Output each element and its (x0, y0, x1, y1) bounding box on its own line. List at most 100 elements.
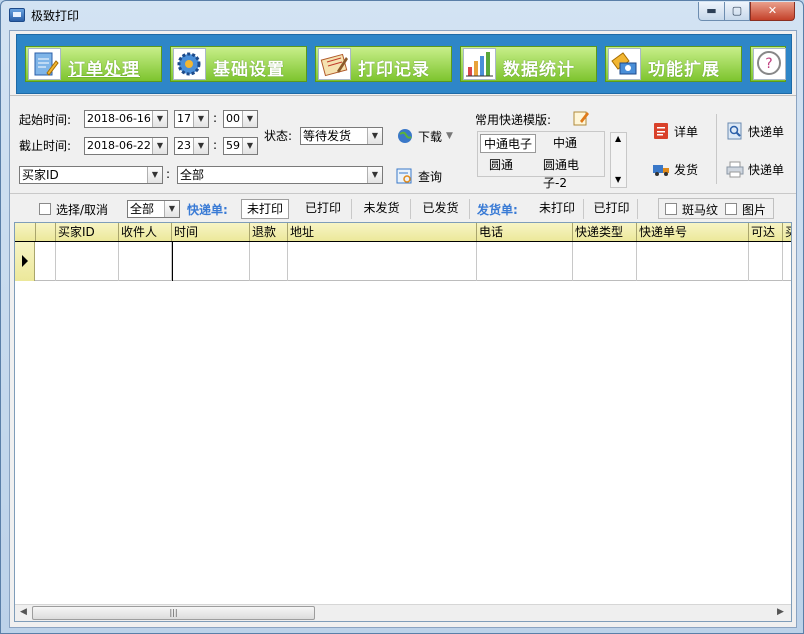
horizontal-scrollbar[interactable]: ◀ ||| ▶ (15, 604, 791, 621)
image-checkbox[interactable] (725, 203, 737, 215)
scroll-down-icon[interactable]: ▼ (615, 175, 621, 184)
truck-icon (652, 160, 670, 178)
zebra-label: 斑马纹 (682, 203, 719, 217)
start-minute-select[interactable]: 00 ▼ (223, 110, 258, 128)
download-button[interactable]: 下载 ▼ (396, 125, 453, 147)
chevron-down-icon: ▼ (193, 111, 208, 127)
nav-label: 打印记录 (358, 60, 430, 80)
app-icon (9, 8, 25, 22)
status-select[interactable]: 等待发货 ▼ (300, 127, 383, 145)
chevron-down-icon: ▼ (147, 167, 162, 183)
end-date-picker[interactable]: 2018-06-22 ▼ (84, 137, 168, 155)
nav-feature-extensions[interactable]: 功能扩展 (605, 46, 742, 82)
template-item[interactable]: 圆通电子-2 (540, 156, 604, 190)
scroll-thumb[interactable]: ||| (32, 606, 315, 620)
column-header[interactable]: 退款 (250, 223, 288, 241)
nav-data-statistics[interactable]: 数据统计 (460, 46, 597, 82)
header-indicator (15, 223, 36, 241)
detail-button[interactable]: 详单 (652, 120, 698, 142)
start-date-picker[interactable]: 2018-06-16 ▼ (84, 110, 168, 128)
end-time-label: 截止时间: (19, 139, 72, 153)
column-header[interactable]: 可达 (749, 223, 783, 241)
express-tab-unprinted[interactable]: 未打印 (241, 199, 289, 219)
express-group-label: 快递单: (187, 203, 228, 217)
ship-button[interactable]: 发货 (652, 158, 698, 180)
minimize-button[interactable]: ▬ (698, 2, 725, 21)
chevron-down-icon: ▼ (164, 201, 179, 217)
nav-label: 基础设置 (213, 60, 285, 80)
express-tab-unshipped[interactable]: 未发货 (353, 199, 411, 219)
column-header[interactable]: 时间 (172, 223, 250, 241)
app-window: 极致打印 ▬ ▢ ✕ 订单处理 基础设置 打印记录 数据统计 功能扩展 ? 起始… (0, 0, 804, 634)
chevron-down-icon: ▼ (367, 128, 382, 144)
edit-template-icon[interactable] (572, 109, 590, 127)
maximize-button[interactable]: ▢ (724, 2, 750, 21)
header-check[interactable] (36, 223, 56, 241)
express-tab-shipped[interactable]: 已发货 (412, 199, 470, 219)
query-button[interactable]: 查询 (396, 165, 442, 187)
query-panel: 起始时间: 2018-06-16 ▼ 17 ▼ : 00 ▼ 截止时间: 2018-0… (10, 95, 796, 193)
column-header[interactable]: 收件人 (119, 223, 172, 241)
column-header[interactable]: 买家ID (56, 223, 119, 241)
column-header[interactable]: 电话 (477, 223, 573, 241)
start-time-label: 起始时间: (19, 113, 72, 127)
template-label: 常用快递模版: (475, 113, 552, 127)
chevron-down-icon: ▼ (242, 138, 257, 154)
express-print-button[interactable]: 快递单 (726, 158, 784, 180)
row-indicator-icon (15, 242, 35, 281)
nav-print-records[interactable]: 打印记录 (315, 46, 452, 82)
ship-tab-printed[interactable]: 已打印 (586, 199, 638, 219)
filter-bar: 选择/取消 全部 ▼ 快递单: 未打印 已打印 未发货 已发货 发货单: 未打印 … (10, 193, 796, 221)
column-header[interactable]: 买 (783, 223, 791, 241)
express-tab-printed[interactable]: 已打印 (295, 199, 352, 219)
printer-icon (726, 160, 744, 178)
bar-chart-icon (463, 48, 496, 80)
end-hour-select[interactable]: 23 ▼ (174, 137, 209, 155)
gear-icon (173, 48, 206, 80)
ship-tab-unprinted[interactable]: 未打印 (531, 199, 584, 219)
template-scrollbar[interactable]: ▲ ▼ (610, 132, 627, 188)
status-label: 状态: (264, 129, 293, 143)
chevron-down-icon: ▼ (152, 138, 167, 154)
column-header[interactable]: 快递类型 (573, 223, 637, 241)
table-row[interactable] (15, 242, 791, 281)
end-minute-select[interactable]: 59 ▼ (223, 137, 258, 155)
template-item[interactable]: 圆通 (486, 156, 516, 175)
scope-select[interactable]: 全部 ▼ (127, 200, 180, 218)
colon-label: : (213, 111, 218, 125)
template-item[interactable]: 中通 (550, 134, 580, 153)
nav-basic-settings[interactable]: 基础设置 (170, 46, 307, 82)
notepad-icon (318, 48, 351, 80)
template-list: 中通电子 中通 圆通 圆通电子-2 (477, 131, 605, 190)
start-hour-select[interactable]: 17 ▼ (174, 110, 209, 128)
zebra-checkbox[interactable] (665, 203, 677, 215)
image-label: 图片 (742, 203, 767, 217)
express-detail-button[interactable]: 快递单 (726, 120, 784, 142)
buyer-field-select[interactable]: 买家ID ▼ (19, 166, 163, 184)
nav-order-processing[interactable]: 订单处理 (25, 46, 162, 82)
window-title: 极致打印 (31, 9, 80, 23)
buyer-value-select[interactable]: 全部 ▼ (177, 166, 383, 184)
scroll-up-icon[interactable]: ▲ (615, 134, 621, 143)
column-header[interactable]: 快递单号 (637, 223, 749, 241)
order-grid[interactable]: 买家ID 收件人 时间 退款 地址 电话 快递类型 快递单号 可达 买 (14, 222, 792, 622)
column-header[interactable]: 地址 (288, 223, 477, 241)
svg-text:?: ? (765, 56, 772, 72)
main-nav: 订单处理 基础设置 打印记录 数据统计 功能扩展 ? (16, 34, 792, 94)
document-icon (652, 122, 670, 140)
chevron-down-icon: ▼ (152, 111, 167, 127)
close-button[interactable]: ✕ (750, 2, 795, 21)
template-item[interactable]: 中通电子 (480, 134, 537, 153)
colon-label: : (213, 138, 218, 152)
nav-help[interactable]: ? (750, 46, 786, 82)
nav-label: 订单处理 (68, 60, 140, 80)
title-bar[interactable]: 极致打印 ▬ ▢ ✕ (1, 1, 803, 29)
scroll-right-icon[interactable]: ▶ (777, 607, 784, 617)
search-list-icon (396, 167, 414, 185)
clipboard-pencil-icon (28, 48, 61, 80)
globe-icon (396, 127, 414, 145)
scroll-left-icon[interactable]: ◀ (20, 607, 27, 617)
select-all-checkbox[interactable] (39, 203, 51, 215)
divider (716, 114, 717, 184)
select-all-label: 选择/取消 (56, 203, 109, 217)
